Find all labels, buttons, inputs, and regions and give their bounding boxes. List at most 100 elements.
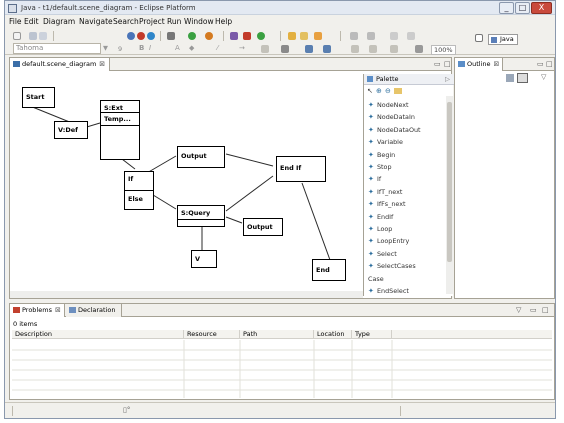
tab-default-scene-diagram[interactable]: default.scene_diagram ⊠	[10, 58, 110, 71]
palette-item[interactable]: ✦ SelectCases	[368, 262, 416, 270]
select-tool-icon[interactable]: ↖	[367, 87, 373, 95]
fast-view-icon[interactable]: ▯°	[123, 406, 130, 414]
line-color-icon[interactable]: ⁄	[217, 44, 218, 52]
palette-item[interactable]: Case	[368, 275, 384, 283]
palette-header[interactable]: Palette ▷	[364, 74, 454, 85]
maximize-view-icon[interactable]: □	[546, 60, 553, 68]
java-perspective-button[interactable]: Java	[488, 34, 518, 45]
italic-icon[interactable]: I	[149, 44, 151, 52]
run-icon[interactable]	[188, 32, 196, 40]
node-end[interactable]: End	[312, 259, 346, 281]
minimize-view-icon[interactable]: ▭	[530, 306, 537, 314]
node-sext[interactable]: S:Ext Temp...	[100, 100, 140, 160]
palette-scroll-thumb[interactable]	[447, 102, 452, 262]
align-icon[interactable]	[305, 45, 313, 53]
select-all-icon[interactable]	[323, 45, 331, 53]
debug-icon[interactable]	[127, 32, 135, 40]
zoom-out-icon[interactable]: ⊖	[385, 87, 391, 95]
new-icon[interactable]	[13, 32, 21, 40]
menu-search[interactable]: Search	[113, 17, 139, 26]
marquee-tool-icon[interactable]	[394, 88, 402, 94]
column-type[interactable]: Type	[352, 330, 392, 339]
menu-help[interactable]: Help	[215, 17, 232, 26]
menu-navigate[interactable]: Navigate	[79, 17, 113, 26]
outline-overview-icon[interactable]	[506, 74, 514, 82]
tab-declaration[interactable]: Declaration	[66, 304, 122, 317]
minimize-button[interactable]: _	[499, 2, 514, 14]
open-perspective-icon[interactable]	[475, 34, 483, 42]
column-resource[interactable]: Resource	[184, 330, 240, 339]
palette-item[interactable]: ✦ NodeDataIn	[368, 113, 415, 121]
font-combo[interactable]: Tahoma	[13, 43, 101, 54]
node-squery[interactable]: S:Query	[177, 205, 225, 227]
menu-project[interactable]: Project	[139, 17, 165, 26]
outline-menu-icon[interactable]: ▽	[541, 73, 546, 81]
open-folder-icon[interactable]	[300, 32, 308, 40]
node-if-else[interactable]: If Else	[124, 171, 154, 210]
menu-edit[interactable]: Edit	[24, 17, 39, 26]
palette-item[interactable]: ✦ Begin	[368, 151, 395, 159]
new-class-icon[interactable]	[243, 32, 251, 40]
save-all-icon[interactable]	[39, 32, 47, 40]
node-vdef[interactable]: V:Def	[54, 121, 88, 139]
palette-item[interactable]: ✦ Loop	[368, 225, 392, 233]
forward-icon[interactable]	[407, 32, 415, 40]
palette-item[interactable]: ✦ EndIf	[368, 213, 393, 221]
palette-item[interactable]: ✦ NodeNext	[368, 101, 409, 109]
fill-color-icon[interactable]: ◆	[189, 44, 194, 52]
menu-run[interactable]: Run	[167, 17, 181, 26]
palette-item[interactable]: ✦ NodeDataOut	[368, 126, 421, 134]
palette-item[interactable]: ✦ Stop	[368, 163, 392, 171]
settings-icon[interactable]	[167, 32, 175, 40]
bold-icon[interactable]: B	[139, 44, 144, 52]
palette-item[interactable]: ✦ Variable	[368, 138, 403, 146]
menu-window[interactable]: Window	[184, 17, 214, 26]
palette-item[interactable]: ✦ Select	[368, 250, 397, 258]
arrow-style-icon[interactable]: →	[239, 44, 245, 52]
palette-item[interactable]: ✦ IfFs_next	[368, 200, 406, 208]
stop-icon[interactable]	[137, 32, 145, 40]
minimize-view-icon[interactable]: ▭	[434, 60, 441, 68]
node-output-2[interactable]: Output	[243, 218, 283, 236]
zoom-icon[interactable]	[415, 45, 423, 53]
node-output[interactable]: Output	[177, 146, 225, 168]
maximize-view-icon[interactable]: □	[542, 306, 549, 314]
maximize-view-icon[interactable]: □	[444, 60, 451, 68]
palette-item[interactable]: ✦ LoopEntry	[368, 237, 409, 245]
node-v[interactable]: V	[191, 250, 217, 268]
help-icon[interactable]	[147, 32, 155, 40]
column-path[interactable]: Path	[240, 330, 314, 339]
external-tools-icon[interactable]	[205, 32, 213, 40]
back-icon[interactable]	[390, 32, 398, 40]
zoom-in-icon[interactable]: ⊕	[376, 87, 382, 95]
line-style-icon[interactable]	[261, 45, 269, 53]
prev-annotation-icon[interactable]	[350, 32, 358, 40]
tab-problems[interactable]: Problems ⊠	[10, 304, 65, 317]
format-icon[interactable]	[369, 45, 377, 53]
column-description[interactable]: Description	[12, 330, 184, 339]
save-icon[interactable]	[29, 32, 37, 40]
font-size-combo[interactable]: 9	[118, 45, 122, 53]
palette-item[interactable]: ✦ IfT_next	[368, 188, 402, 196]
close-button[interactable]: X	[531, 2, 552, 14]
menu-diagram[interactable]: Diagram	[43, 17, 75, 26]
palette-item[interactable]: ✦ EndSelect	[368, 287, 409, 295]
open-type-icon[interactable]	[288, 32, 296, 40]
new-package-icon[interactable]	[230, 32, 238, 40]
font-dropdown-icon[interactable]: ▼	[103, 44, 108, 52]
outline-tree-icon[interactable]	[517, 73, 528, 83]
node-start[interactable]: Start	[22, 87, 55, 108]
close-icon[interactable]: ⊠	[494, 60, 500, 68]
view-menu-icon[interactable]: ▽	[516, 306, 521, 314]
pin-icon[interactable]	[390, 45, 398, 53]
node-end-if[interactable]: End If	[276, 156, 326, 182]
menu-file[interactable]: File	[9, 17, 22, 26]
palette-item[interactable]: ✦ If	[368, 175, 381, 183]
close-icon[interactable]: ⊠	[99, 60, 105, 68]
minimize-view-icon[interactable]: ▭	[537, 60, 544, 68]
tab-outline[interactable]: Outline ⊠	[455, 58, 503, 71]
maximize-button[interactable]: □	[515, 2, 530, 14]
close-icon[interactable]: ⊠	[55, 306, 61, 314]
arrange-icon[interactable]	[281, 45, 289, 53]
pencil-icon[interactable]	[314, 32, 322, 40]
